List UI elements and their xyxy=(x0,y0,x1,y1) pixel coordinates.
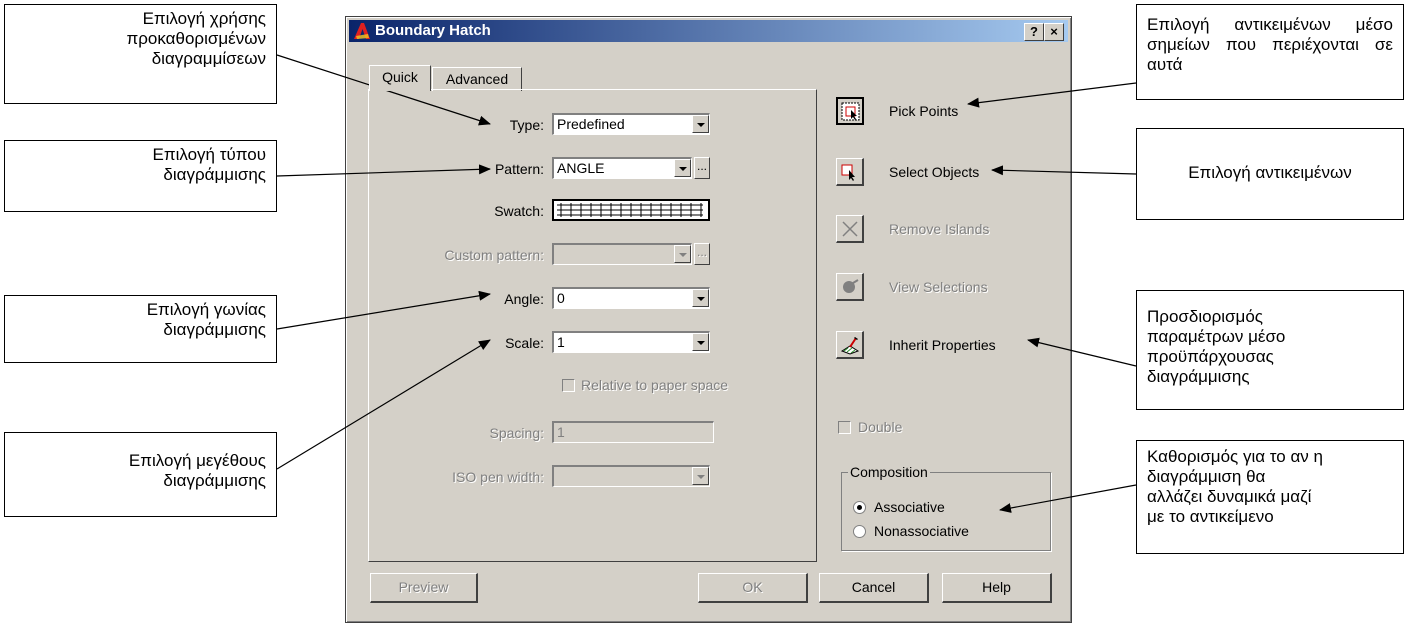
arrow-size xyxy=(276,339,491,470)
arrow-pattern-type xyxy=(276,164,491,177)
arrow-associative xyxy=(999,484,1137,513)
arrow-angle xyxy=(276,290,491,330)
arrow-inherit xyxy=(1027,337,1137,367)
arrow-pick-points xyxy=(967,82,1137,108)
annotation-arrows xyxy=(276,54,1137,513)
tab-quick[interactable]: Quick xyxy=(369,65,431,91)
arrow-select-objects xyxy=(991,165,1137,176)
